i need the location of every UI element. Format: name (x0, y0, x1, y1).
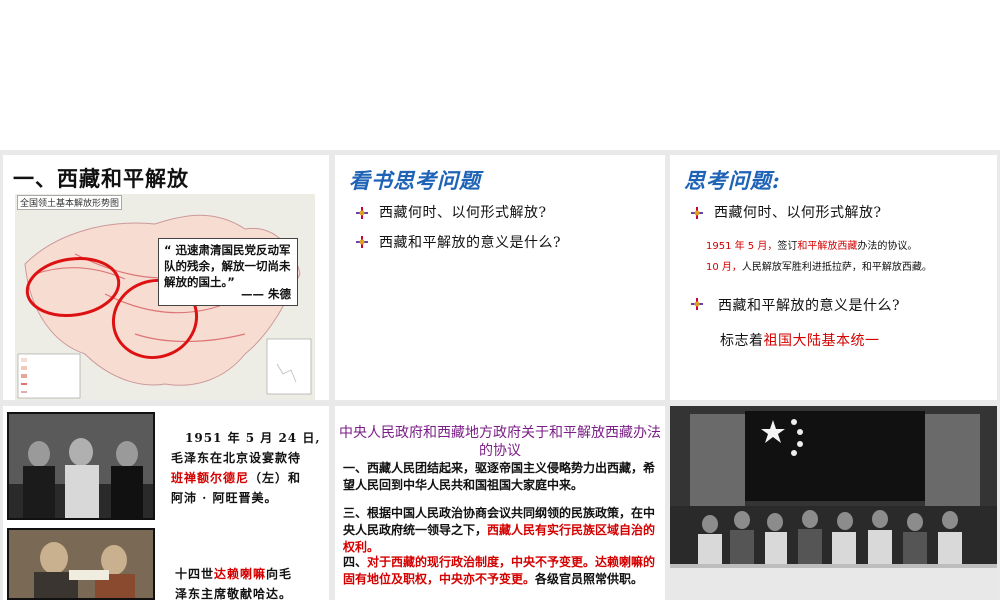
slide-thumbnail-4[interactable]: 1951 年 5 月 24 日, 毛泽东在北京设宴款待 班禅额尔德尼（左）和 阿… (3, 406, 329, 600)
quote-source: —— 朱德 (240, 287, 291, 301)
photo-caption-1: 1951 年 5 月 24 日, 毛泽东在北京设宴款待 班禅额尔德尼（左）和 阿… (171, 431, 321, 505)
zhu-de-quote-box: “ 迅速肃清国民党反动军队的残余，解放一切尚未解放的国土。” —— 朱德 (158, 238, 298, 306)
map-title: 全国领土基本解放形势图 (17, 195, 123, 210)
agreement-article-1: 一、西藏人民团结起来，驱逐帝国主义侵略势力出西藏，希望人民回到中华人民共和国祖国… (343, 461, 656, 492)
slide-thumbnail-5[interactable]: 中央人民政府和西藏地方政府关于和平解放西藏办法的协议 一、西藏人民团结起来，驱逐… (335, 406, 665, 600)
question-1: 西藏何时、以何形式解放? (714, 205, 882, 221)
slide-heading: 看书思考问题 (349, 168, 481, 193)
khata-photo (7, 528, 155, 600)
signing-ceremony-photo (670, 406, 997, 600)
photo-caption-2: 十四世达赖喇嘛向毛 泽东主席敬献哈达。 (175, 567, 293, 600)
agreement-article-4: 四、对于西藏的现行政治制度，中央不予变更。达赖喇嘛的固有地位及职权，中央亦不予变… (343, 555, 656, 586)
quote-text: “ 迅速肃清国民党反动军队的残余，解放一切尚未解放的国土。” (164, 243, 291, 289)
banquet-photo (7, 412, 155, 520)
answer-significance: 标志着祖国大陆基本统一 (720, 333, 880, 349)
blank-top-area (0, 0, 1000, 150)
slide-thumbnail-3[interactable]: 思考问题: 西藏何时、以何形式解放? 1951 年 5 月，签订和平解放西藏办法… (670, 155, 997, 400)
answer-line-2: 10 月，人民解放军胜利进抵拉萨，和平解放西藏。 (706, 262, 932, 273)
pin-bullet-icon (356, 236, 368, 248)
pin-bullet-icon (691, 207, 703, 219)
question-1: 西藏何时、以何形式解放? (379, 205, 547, 221)
question-2: 西藏和平解放的意义是什么? (379, 235, 562, 251)
agreement-article-3: 三、根据中国人民政治协商会议共同纲领的民族政策，在中央人民政府统一领导之下，西藏… (343, 506, 656, 554)
agreement-title: 中央人民政府和西藏地方政府关于和平解放西藏办法的协议 (339, 425, 661, 459)
slide-thumbnail-6[interactable] (670, 406, 997, 600)
pin-bullet-icon (691, 298, 703, 310)
pin-bullet-icon (356, 207, 368, 219)
slide-thumbnail-1[interactable]: 一、西藏和平解放 全国领土基本解放形势图 “ 迅速肃清国民党反动军队的残余，解放… (3, 155, 329, 400)
slide-thumbnail-2[interactable]: 看书思考问题 西藏何时、以何形式解放? 西藏和平解放的意义是什么? (335, 155, 665, 400)
question-2: 西藏和平解放的意义是什么? (718, 298, 901, 314)
slide-heading: 思考问题: (684, 168, 781, 193)
answer-line-1: 1951 年 5 月，签订和平解放西藏办法的协议。 (706, 241, 918, 252)
slide-title: 一、西藏和平解放 (13, 167, 189, 191)
